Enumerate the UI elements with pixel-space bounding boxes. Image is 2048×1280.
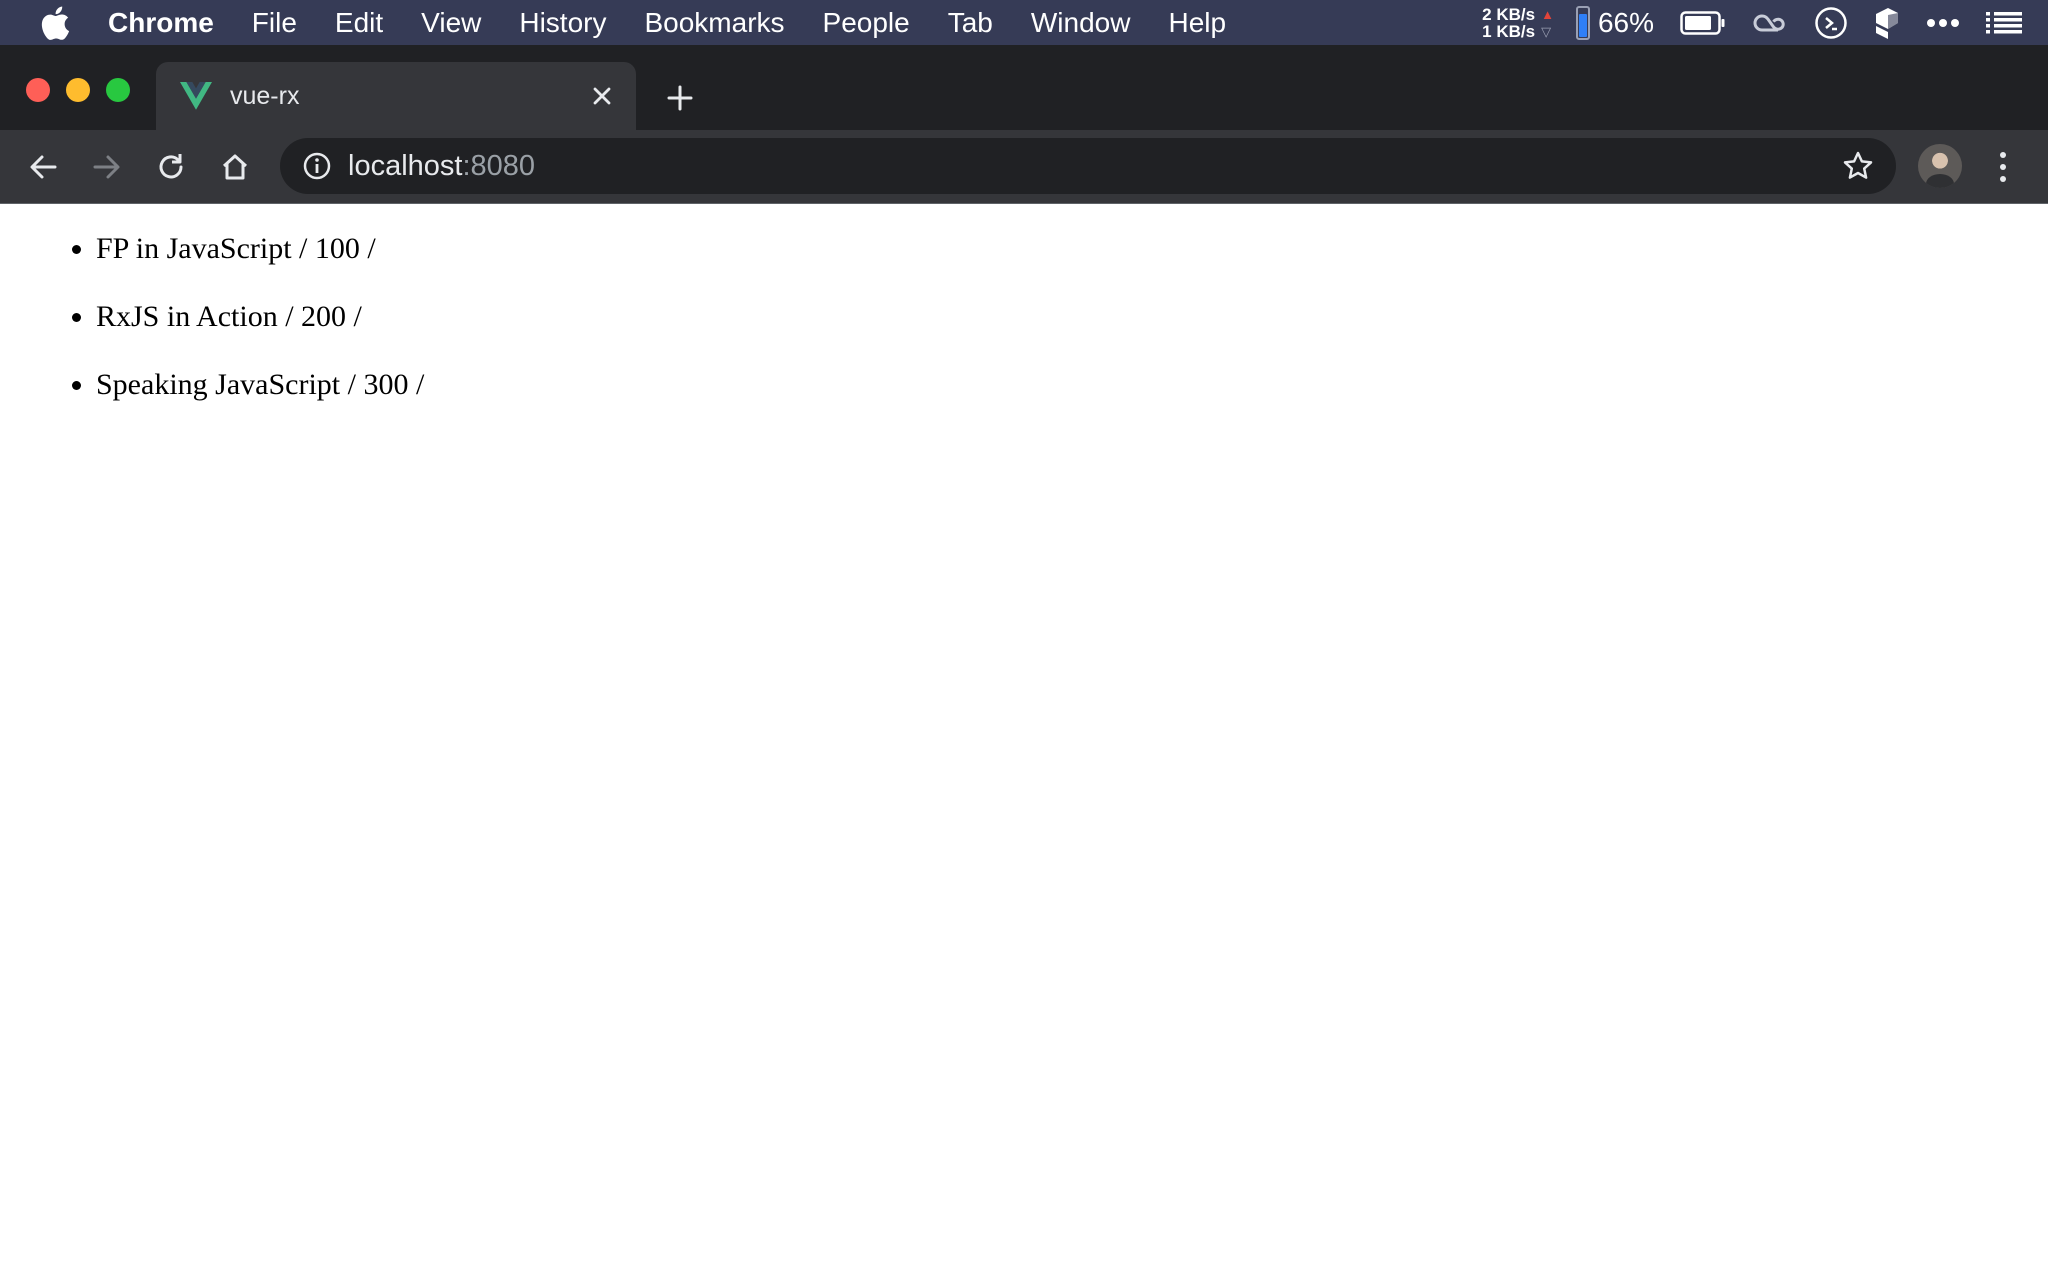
forward-button[interactable] — [86, 146, 128, 188]
tab-title: vue-rx — [230, 81, 300, 110]
script-icon[interactable] — [1814, 6, 1848, 40]
dropbox-icon[interactable] — [1874, 6, 1900, 40]
home-button[interactable] — [214, 146, 256, 188]
menu-view[interactable]: View — [421, 7, 481, 39]
list-icon[interactable] — [1986, 11, 2022, 35]
apple-icon[interactable] — [40, 4, 78, 42]
menu-history[interactable]: History — [519, 7, 606, 39]
menu-dots-icon[interactable] — [1988, 146, 2018, 188]
star-icon[interactable] — [1842, 150, 1874, 182]
back-button[interactable] — [22, 146, 64, 188]
cpu-meter-fill — [1578, 14, 1587, 37]
back-icon — [30, 155, 57, 179]
plus-icon — [667, 85, 693, 111]
net-arrows-icon: ▲ ▽ — [1541, 6, 1554, 39]
vue-logo-icon — [180, 82, 212, 110]
menu-help[interactable]: Help — [1168, 7, 1226, 39]
forward-icon — [93, 155, 120, 179]
page-content: FP in JavaScript / 100 / RxJS in Action … — [0, 204, 2048, 1280]
reload-button[interactable] — [150, 146, 192, 188]
book-list: FP in JavaScript / 100 / RxJS in Action … — [96, 232, 424, 436]
list-item: Speaking JavaScript / 300 / — [96, 368, 424, 402]
menu-app-name[interactable]: Chrome — [108, 7, 214, 39]
menu-people[interactable]: People — [823, 7, 910, 39]
menu-edit[interactable]: Edit — [335, 7, 383, 39]
more-dots-icon[interactable] — [1926, 18, 1960, 28]
tab-vue-rx[interactable]: vue-rx — [156, 62, 636, 130]
close-tab-icon[interactable] — [588, 82, 616, 110]
list-item: FP in JavaScript / 100 / — [96, 232, 424, 266]
menu-window[interactable]: Window — [1031, 7, 1131, 39]
battery-percent[interactable]: 66% — [1598, 7, 1654, 39]
creative-cloud-icon[interactable] — [1752, 10, 1788, 36]
reload-icon — [159, 154, 183, 179]
list-item: RxJS in Action / 200 / — [96, 300, 424, 334]
address-bar[interactable]: localhost :8080 — [280, 138, 1896, 194]
new-tab-button[interactable] — [660, 78, 700, 118]
menu-bookmarks[interactable]: Bookmarks — [644, 7, 784, 39]
profile-avatar[interactable] — [1918, 144, 1962, 188]
net-up-rate: 2 KB/s — [1482, 4, 1536, 24]
window-maximize-button[interactable] — [106, 78, 130, 102]
menu-bar: Chrome File Edit View History Bookmarks … — [0, 0, 2048, 45]
menu-file[interactable]: File — [252, 7, 297, 39]
url-port: :8080 — [462, 149, 536, 182]
status-tray: 2 KB/s 1 KB/s ▲ ▽ 66% — [1482, 0, 2048, 45]
info-icon[interactable] — [302, 151, 332, 181]
window-close-button[interactable] — [26, 78, 50, 102]
menu-tab[interactable]: Tab — [948, 7, 993, 39]
battery-icon[interactable] — [1680, 10, 1726, 35]
cpu-meter[interactable] — [1575, 5, 1590, 40]
network-monitor[interactable]: 2 KB/s 1 KB/s — [1482, 6, 1535, 40]
net-down-rate: 1 KB/s — [1482, 21, 1536, 41]
url-host: localhost — [348, 149, 463, 182]
window-minimize-button[interactable] — [66, 78, 90, 102]
browser-toolbar: localhost :8080 — [0, 130, 2048, 204]
home-icon — [222, 154, 248, 180]
